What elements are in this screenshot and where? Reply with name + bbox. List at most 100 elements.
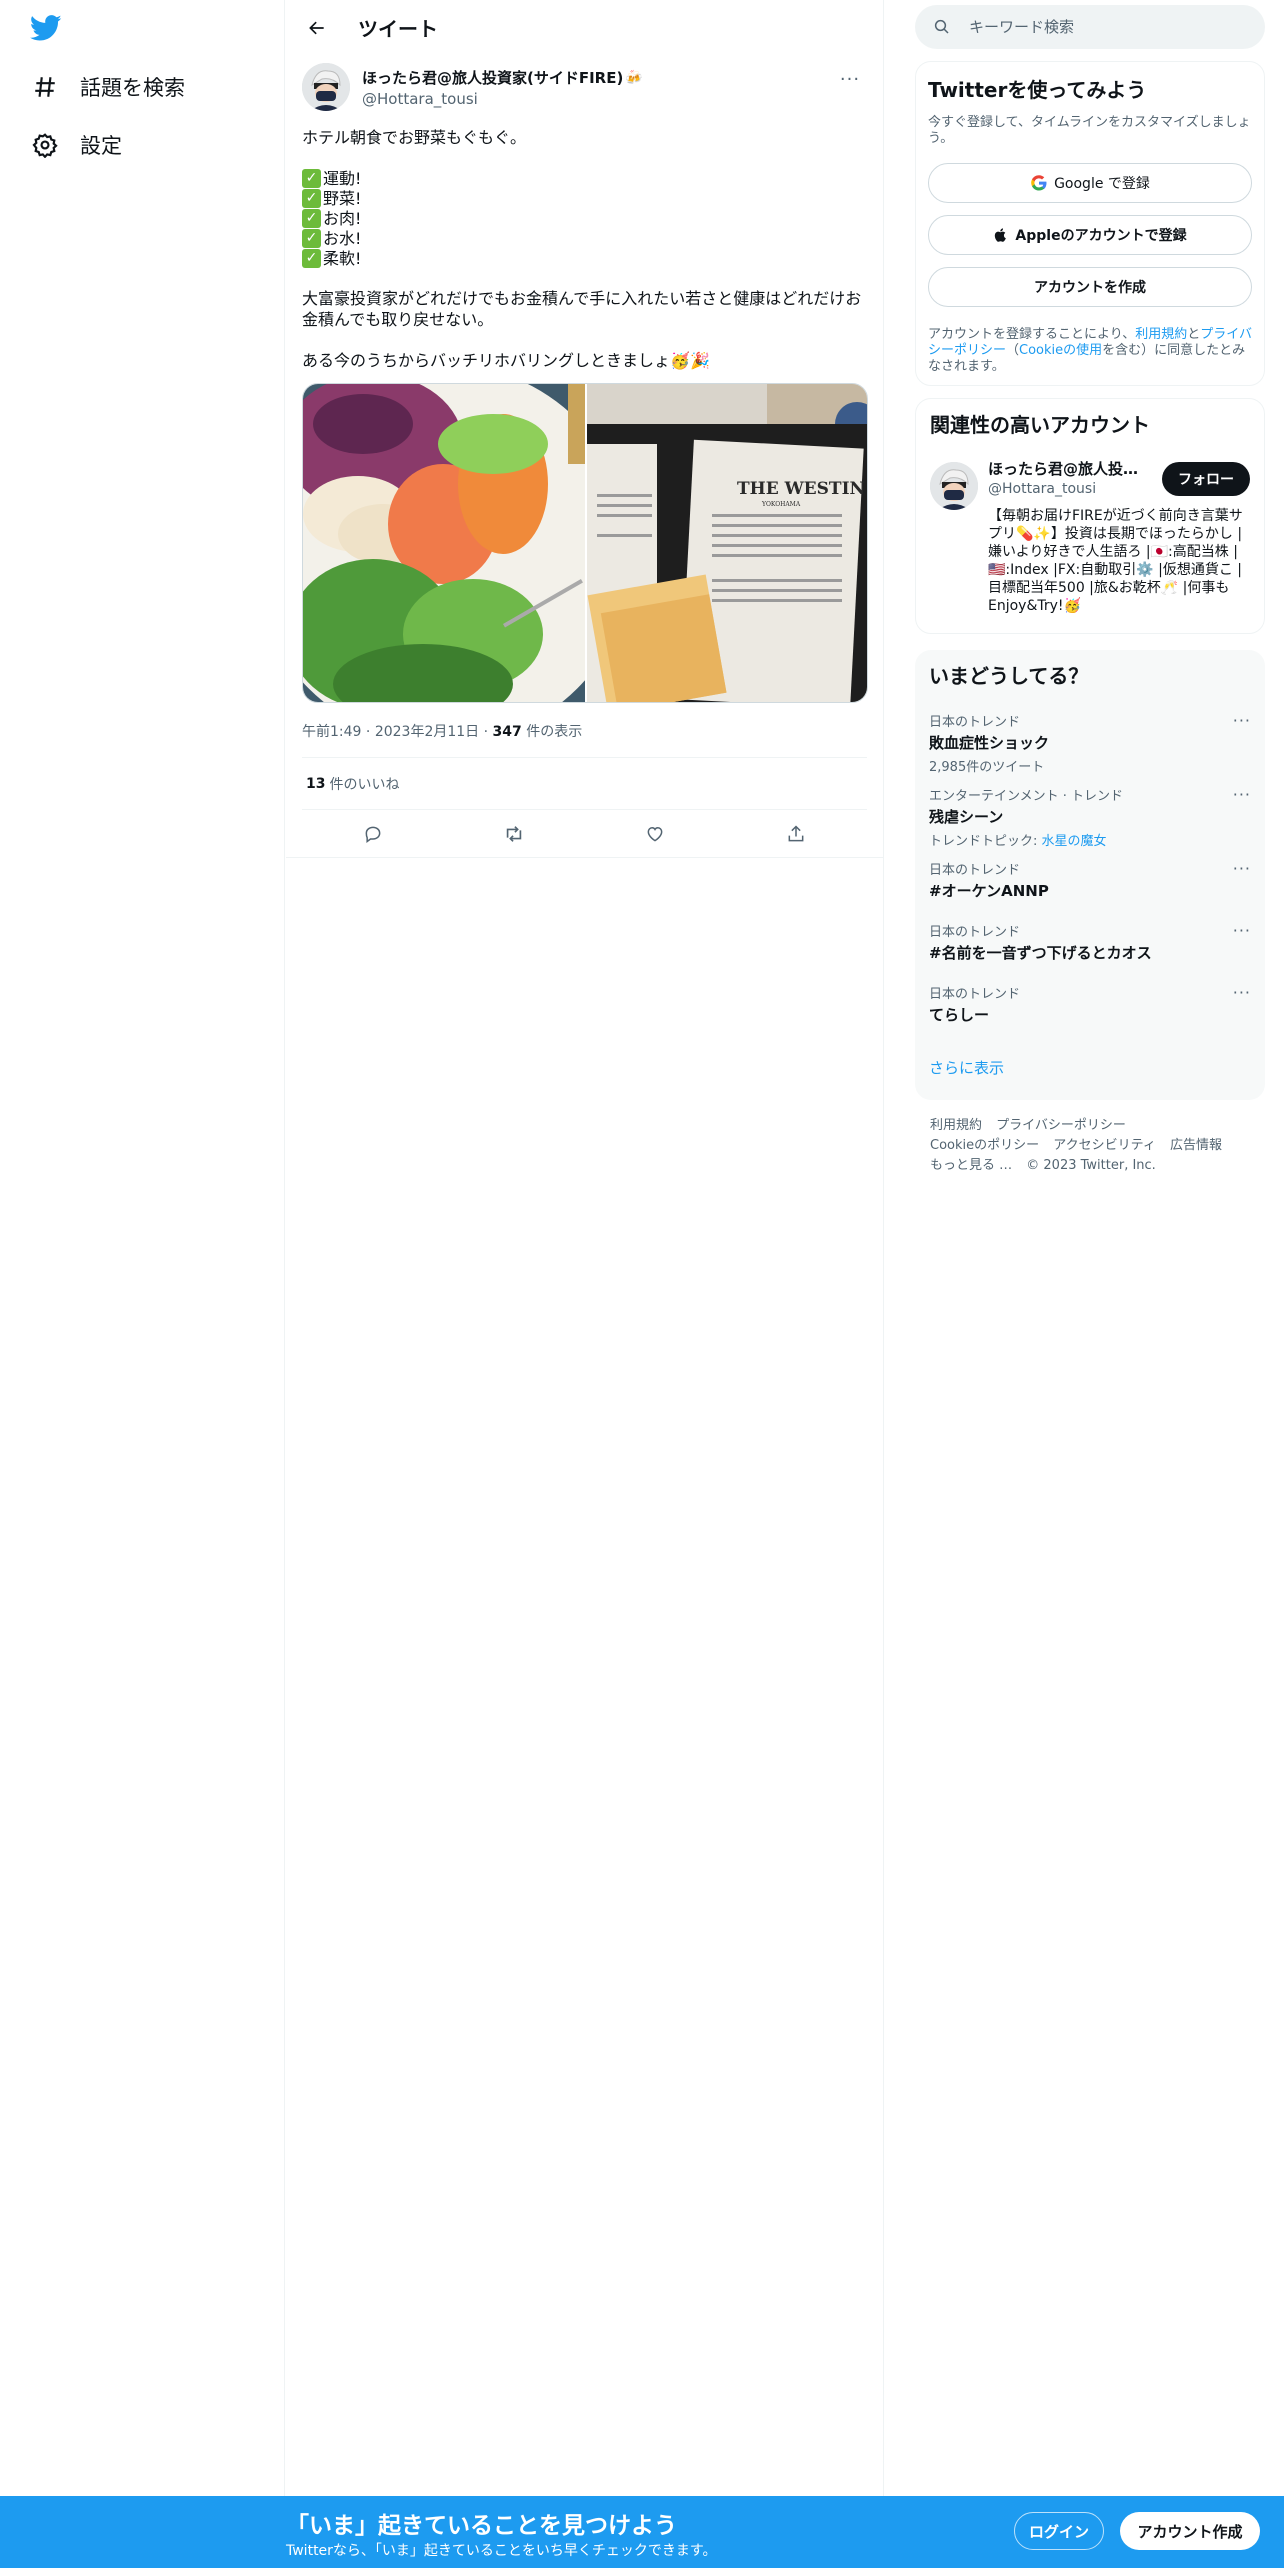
trend-context: 日本のトレンド [929, 987, 1021, 1002]
trend-name: #オーケンANNP [929, 882, 1049, 900]
trend-name: 残虐シーン [929, 808, 1004, 826]
create-account-button[interactable]: アカウントを作成 [928, 267, 1252, 307]
login-button[interactable]: ログイン [1014, 2512, 1104, 2550]
trend-more-icon[interactable]: ··· [1233, 785, 1251, 804]
trend-item[interactable]: 日本のトレンド 敗血症性ショック 2,985件のツイート ··· [929, 711, 1251, 775]
legal-paren: （ [1006, 343, 1020, 358]
google-icon [1030, 174, 1048, 192]
gear-icon [30, 130, 60, 160]
tweet-more-button[interactable]: ··· [835, 68, 865, 90]
trend-context: 日本のトレンド [929, 925, 1021, 940]
page-title: ツイート [358, 17, 438, 41]
party-emoji-icon: 🥳🎉 [670, 351, 710, 370]
checklist-text: 野菜! [323, 188, 362, 208]
apple-signup-button[interactable]: Appleのアカウントで登録 [928, 215, 1252, 255]
trend-item[interactable]: エンターテインメント · トレンド 残虐シーン トレンドトピック: 水星の魔女 … [929, 785, 1251, 849]
related-bio: 【毎朝お届けFIREが近づく前向き言葉サプリ💊✨】投資は長期でほったらかし |嫌… [988, 508, 1243, 614]
trend-more-icon[interactable]: ··· [1233, 921, 1251, 940]
share-button[interactable] [776, 814, 816, 854]
tweet-date[interactable]: 2023年2月11日 [375, 724, 479, 740]
nav-explore-label: 話題を検索 [80, 76, 185, 100]
nav-settings-label: 設定 [80, 134, 122, 158]
trend-more-icon[interactable]: ··· [1233, 711, 1251, 730]
cookie-link[interactable]: Cookieの使用 [1019, 343, 1102, 358]
footer-cookie-link[interactable]: Cookieのポリシー [930, 1138, 1039, 1153]
checklist-item: ✓ お肉! [302, 208, 867, 228]
trend-item[interactable]: 日本のトレンド #名前を一音ずつ下げるとカオス ··· [929, 921, 1251, 971]
search-bar[interactable] [915, 5, 1265, 49]
check-icon: ✓ [302, 228, 321, 248]
google-signup-button[interactable]: Google で登録 [928, 163, 1252, 203]
media-photo-menu[interactable]: THE WESTIN YOKOHAMA [585, 384, 867, 702]
related-account[interactable]: ほったら君@旅人投資家(サイドFIRE) @Hottara_tousi 【毎朝お… [930, 458, 1250, 615]
meta-separator: · [483, 724, 493, 740]
signup-card: Twitterを使ってみよう 今すぐ登録して、タイムラインをカスタマイズしましょ… [915, 61, 1265, 386]
trend-more-icon[interactable]: ··· [1233, 983, 1251, 1002]
nav-explore[interactable]: 話題を検索 [30, 67, 185, 107]
search-input[interactable] [969, 18, 1229, 36]
author-name-link[interactable]: ほったら君@旅人投資家(サイドFIRE) 🍻 [362, 67, 643, 88]
author-handle[interactable]: @Hottara_tousi [362, 90, 643, 108]
retweet-button[interactable] [494, 814, 534, 854]
related-accounts-card: 関連性の高いアカウント ほったら君@旅人投資家(サイドFIRE) @Hottar… [915, 398, 1265, 634]
menu-brand-text: THE WESTIN [737, 479, 865, 499]
trend-sub-prefix: トレンドトピック: [929, 834, 1042, 849]
footer-terms-link[interactable]: 利用規約 [930, 1118, 982, 1133]
google-signup-label: Google で登録 [1054, 176, 1150, 192]
back-button[interactable] [298, 9, 336, 47]
avatar[interactable] [302, 63, 350, 111]
menu-city-text: YOKOHAMA [761, 501, 801, 508]
right-sidebar: Twitterを使ってみよう 今すぐ登録して、タイムラインをカスタマイズしましょ… [915, 0, 1265, 1192]
terms-link[interactable]: 利用規約 [1135, 327, 1187, 342]
author-text: ほったら君@旅人投資家(サイドFIRE) 🍻 @Hottara_tousi [362, 67, 643, 108]
twitter-logo-icon[interactable] [29, 12, 68, 46]
signup-desc: 今すぐ登録して、タイムラインをカスタマイズしましょう。 [928, 115, 1251, 146]
trend-topic-link[interactable]: 水星の魔女 [1042, 834, 1107, 849]
trend-sub: 2,985件のツイート [929, 760, 1045, 775]
nav-settings[interactable]: 設定 [30, 125, 122, 165]
checklist-text: 柔軟! [323, 248, 362, 268]
check-icon: ✓ [302, 168, 321, 188]
show-more-link[interactable]: さらに表示 [929, 1057, 1004, 1078]
likes-row[interactable]: 13 件のいいね [302, 758, 867, 810]
trend-name: てらしー [929, 1006, 990, 1024]
checklist-text: お水! [323, 228, 362, 248]
views-label: 件の表示 [526, 724, 583, 740]
trend-more-icon[interactable]: ··· [1233, 859, 1251, 878]
like-button[interactable] [635, 814, 675, 854]
trend-context: エンターテインメント · トレンド [929, 789, 1124, 804]
legal-prefix: アカウントを登録することにより、 [928, 327, 1136, 342]
footer-row: Cookieのポリシー アクセシビリティ 広告情報 [930, 1136, 1250, 1156]
signup-label: アカウント作成 [1137, 2522, 1243, 2541]
reply-button[interactable] [353, 814, 393, 854]
trend-name: #名前を一音ずつ下げるとカオス [929, 944, 1152, 962]
check-icon: ✓ [302, 208, 321, 228]
retweet-icon [506, 825, 522, 842]
footer-privacy-link[interactable]: プライバシーポリシー [996, 1118, 1126, 1133]
tweet-text: ホテル朝食でお野菜もぐもぐ。 ✓ 運動! ✓ 野菜! ✓ お肉! ✓ お水! ✓ 柔軟! … [302, 127, 867, 371]
signup-button[interactable]: アカウント作成 [1120, 2512, 1260, 2550]
beer-emoji-icon: 🍻 [625, 69, 643, 86]
more-dots-icon: ··· [839, 68, 861, 90]
footer-accessibility-link[interactable]: アクセシビリティ [1053, 1138, 1156, 1153]
footer-row: もっと見る … © 2023 Twitter, Inc. [930, 1156, 1250, 1176]
follow-button[interactable]: フォロー [1162, 462, 1250, 496]
footer-ads-link[interactable]: 広告情報 [1170, 1138, 1222, 1153]
media-photo-salad[interactable] [303, 384, 585, 702]
avatar[interactable] [930, 462, 978, 510]
tweet-line-1: ホテル朝食でお野菜もぐもぐ。 [302, 128, 527, 147]
tweet-time[interactable]: 午前1:49 [302, 724, 361, 740]
tweet-meta: 午前1:49 · 2023年2月11日 · 347 件の表示 [302, 721, 867, 758]
follow-label: フォロー [1178, 472, 1234, 488]
footer-more-link[interactable]: もっと見る … [930, 1158, 1012, 1173]
trend-sub: トレンドトピック: 水星の魔女 [929, 830, 1251, 849]
checklist-text: 運動! [323, 168, 362, 188]
likes-count: 13 [306, 775, 326, 792]
trends-card: いまどうしてる？ 日本のトレンド 敗血症性ショック 2,985件のツイート ··… [915, 650, 1265, 1100]
related-name[interactable]: ほったら君@旅人投資家(サイドFIRE) [988, 458, 1148, 479]
left-nav: 話題を検索 設定 [0, 0, 285, 2568]
trend-item[interactable]: 日本のトレンド てらしー ··· [929, 983, 1251, 1033]
main-column: ツイート ほったら君@旅人投資家(サイドFIRE) 🍻 @Hottara_tou… [286, 0, 884, 2568]
signup-title: Twitterを使ってみよう [928, 78, 1147, 102]
trend-item[interactable]: 日本のトレンド #オーケンANNP ··· [929, 859, 1251, 909]
